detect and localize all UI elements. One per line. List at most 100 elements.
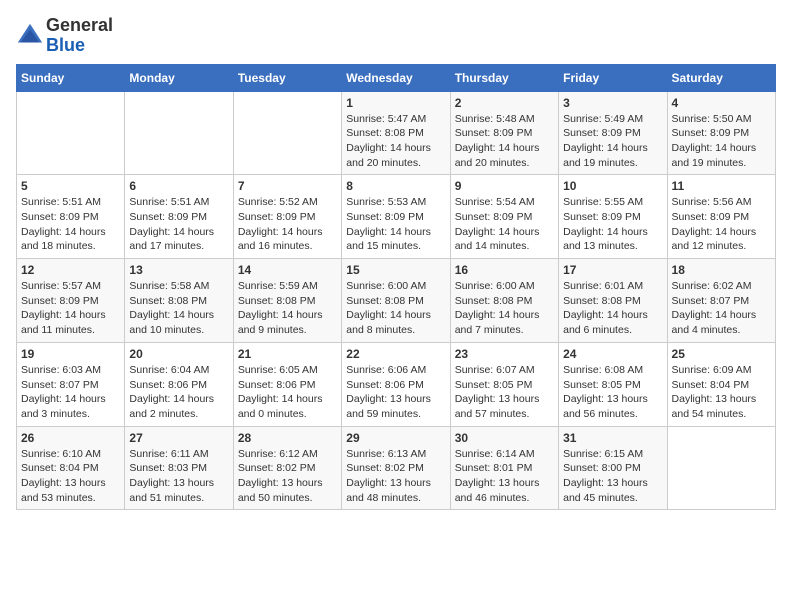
calendar-cell: 17 Sunrise: 6:01 AM Sunset: 8:08 PM Dayli… xyxy=(559,259,667,343)
day-number: 13 xyxy=(129,263,228,277)
day-number: 5 xyxy=(21,179,120,193)
day-info: Sunrise: 5:54 AM Sunset: 8:09 PM Dayligh… xyxy=(455,195,554,254)
calendar-header-row: SundayMondayTuesdayWednesdayThursdayFrid… xyxy=(17,64,776,91)
day-info: Sunrise: 6:09 AM Sunset: 8:04 PM Dayligh… xyxy=(672,363,771,422)
calendar-cell: 25 Sunrise: 6:09 AM Sunset: 8:04 PM Dayli… xyxy=(667,342,775,426)
header-sunday: Sunday xyxy=(17,64,125,91)
day-number: 18 xyxy=(672,263,771,277)
calendar-week-row: 26Sunrise: 6:10 AM Sunset: 8:04 PM Dayli… xyxy=(17,426,776,510)
day-info: Sunrise: 6:01 AM Sunset: 8:08 PM Dayligh… xyxy=(563,279,662,338)
calendar-cell: 3Sunrise: 5:49 AM Sunset: 8:09 PM Daylig… xyxy=(559,91,667,175)
calendar-cell: 18 Sunrise: 6:02 AM Sunset: 8:07 PM Dayli… xyxy=(667,259,775,343)
header-tuesday: Tuesday xyxy=(233,64,341,91)
calendar-cell: 15 Sunrise: 6:00 AM Sunset: 8:08 PM Dayli… xyxy=(342,259,450,343)
calendar-cell: 9Sunrise: 5:54 AM Sunset: 8:09 PM Daylig… xyxy=(450,175,558,259)
calendar-cell: 14Sunrise: 5:59 AM Sunset: 8:08 PM Dayli… xyxy=(233,259,341,343)
calendar-cell: 23 Sunrise: 6:07 AM Sunset: 8:05 PM Dayli… xyxy=(450,342,558,426)
day-number: 1 xyxy=(346,96,445,110)
day-info: Sunrise: 5:47 AM Sunset: 8:08 PM Dayligh… xyxy=(346,112,445,171)
day-number: 7 xyxy=(238,179,337,193)
logo-text: GeneralBlue xyxy=(46,16,113,56)
day-info: Sunrise: 5:50 AM Sunset: 8:09 PM Dayligh… xyxy=(672,112,771,171)
day-number: 27 xyxy=(129,431,228,445)
day-number: 12 xyxy=(21,263,120,277)
day-number: 16 xyxy=(455,263,554,277)
day-number: 15 xyxy=(346,263,445,277)
calendar-cell: 1 Sunrise: 5:47 AM Sunset: 8:08 PM Daylig… xyxy=(342,91,450,175)
day-info: Sunrise: 6:00 AM Sunset: 8:08 PM Dayligh… xyxy=(346,279,445,338)
day-info: Sunrise: 5:48 AM Sunset: 8:09 PM Dayligh… xyxy=(455,112,554,171)
day-info: Sunrise: 6:15 AM Sunset: 8:00 PM Dayligh… xyxy=(563,447,662,506)
calendar-week-row: 1 Sunrise: 5:47 AM Sunset: 8:08 PM Daylig… xyxy=(17,91,776,175)
calendar-cell: 16 Sunrise: 6:00 AM Sunset: 8:08 PM Dayli… xyxy=(450,259,558,343)
day-info: Sunrise: 6:05 AM Sunset: 8:06 PM Dayligh… xyxy=(238,363,337,422)
day-number: 19 xyxy=(21,347,120,361)
page-header: GeneralBlue xyxy=(16,16,776,56)
day-info: Sunrise: 6:03 AM Sunset: 8:07 PM Dayligh… xyxy=(21,363,120,422)
calendar-cell: 11 Sunrise: 5:56 AM Sunset: 8:09 PM Dayli… xyxy=(667,175,775,259)
calendar-cell: 21 Sunrise: 6:05 AM Sunset: 8:06 PM Dayli… xyxy=(233,342,341,426)
day-info: Sunrise: 6:00 AM Sunset: 8:08 PM Dayligh… xyxy=(455,279,554,338)
calendar-cell: 27Sunrise: 6:11 AM Sunset: 8:03 PM Dayli… xyxy=(125,426,233,510)
day-info: Sunrise: 6:07 AM Sunset: 8:05 PM Dayligh… xyxy=(455,363,554,422)
calendar-cell: 24 Sunrise: 6:08 AM Sunset: 8:05 PM Dayli… xyxy=(559,342,667,426)
calendar-week-row: 5 Sunrise: 5:51 AM Sunset: 8:09 PM Daylig… xyxy=(17,175,776,259)
calendar-cell: 8 Sunrise: 5:53 AM Sunset: 8:09 PM Daylig… xyxy=(342,175,450,259)
day-info: Sunrise: 5:51 AM Sunset: 8:09 PM Dayligh… xyxy=(129,195,228,254)
day-info: Sunrise: 5:57 AM Sunset: 8:09 PM Dayligh… xyxy=(21,279,120,338)
calendar-cell: 10 Sunrise: 5:55 AM Sunset: 8:09 PM Dayli… xyxy=(559,175,667,259)
calendar-cell: 28Sunrise: 6:12 AM Sunset: 8:02 PM Dayli… xyxy=(233,426,341,510)
day-info: Sunrise: 5:53 AM Sunset: 8:09 PM Dayligh… xyxy=(346,195,445,254)
day-number: 22 xyxy=(346,347,445,361)
logo-icon xyxy=(16,22,44,50)
day-info: Sunrise: 6:13 AM Sunset: 8:02 PM Dayligh… xyxy=(346,447,445,506)
calendar-cell xyxy=(233,91,341,175)
day-number: 28 xyxy=(238,431,337,445)
calendar-cell: 22 Sunrise: 6:06 AM Sunset: 8:06 PM Dayli… xyxy=(342,342,450,426)
day-number: 2 xyxy=(455,96,554,110)
day-number: 3 xyxy=(563,96,662,110)
day-info: Sunrise: 5:59 AM Sunset: 8:08 PM Dayligh… xyxy=(238,279,337,338)
calendar-cell: 19 Sunrise: 6:03 AM Sunset: 8:07 PM Dayli… xyxy=(17,342,125,426)
day-number: 17 xyxy=(563,263,662,277)
calendar-cell: 5Sunrise: 5:51 AM Sunset: 8:09 PM Daylig… xyxy=(17,175,125,259)
day-number: 20 xyxy=(129,347,228,361)
day-number: 30 xyxy=(455,431,554,445)
calendar-week-row: 12 Sunrise: 5:57 AM Sunset: 8:09 PM Dayli… xyxy=(17,259,776,343)
day-info: Sunrise: 5:56 AM Sunset: 8:09 PM Dayligh… xyxy=(672,195,771,254)
calendar-cell xyxy=(17,91,125,175)
calendar-cell: 31 Sunrise: 6:15 AM Sunset: 8:00 PM Dayli… xyxy=(559,426,667,510)
calendar-cell xyxy=(667,426,775,510)
day-number: 25 xyxy=(672,347,771,361)
day-info: Sunrise: 6:02 AM Sunset: 8:07 PM Dayligh… xyxy=(672,279,771,338)
header-saturday: Saturday xyxy=(667,64,775,91)
day-number: 4 xyxy=(672,96,771,110)
calendar-cell xyxy=(125,91,233,175)
day-number: 26 xyxy=(21,431,120,445)
day-number: 24 xyxy=(563,347,662,361)
calendar-cell: 20 Sunrise: 6:04 AM Sunset: 8:06 PM Dayli… xyxy=(125,342,233,426)
day-number: 6 xyxy=(129,179,228,193)
day-info: Sunrise: 5:52 AM Sunset: 8:09 PM Dayligh… xyxy=(238,195,337,254)
day-number: 23 xyxy=(455,347,554,361)
day-number: 21 xyxy=(238,347,337,361)
calendar-cell: 6 Sunrise: 5:51 AM Sunset: 8:09 PM Daylig… xyxy=(125,175,233,259)
header-wednesday: Wednesday xyxy=(342,64,450,91)
day-info: Sunrise: 6:04 AM Sunset: 8:06 PM Dayligh… xyxy=(129,363,228,422)
day-number: 8 xyxy=(346,179,445,193)
day-number: 11 xyxy=(672,179,771,193)
calendar-cell: 29Sunrise: 6:13 AM Sunset: 8:02 PM Dayli… xyxy=(342,426,450,510)
day-info: Sunrise: 6:08 AM Sunset: 8:05 PM Dayligh… xyxy=(563,363,662,422)
day-number: 31 xyxy=(563,431,662,445)
calendar-cell: 2 Sunrise: 5:48 AM Sunset: 8:09 PM Daylig… xyxy=(450,91,558,175)
header-friday: Friday xyxy=(559,64,667,91)
day-info: Sunrise: 5:55 AM Sunset: 8:09 PM Dayligh… xyxy=(563,195,662,254)
calendar-week-row: 19 Sunrise: 6:03 AM Sunset: 8:07 PM Dayli… xyxy=(17,342,776,426)
calendar-cell: 12 Sunrise: 5:57 AM Sunset: 8:09 PM Dayli… xyxy=(17,259,125,343)
calendar-cell: 4 Sunrise: 5:50 AM Sunset: 8:09 PM Daylig… xyxy=(667,91,775,175)
calendar-cell: 7 Sunrise: 5:52 AM Sunset: 8:09 PM Daylig… xyxy=(233,175,341,259)
day-number: 10 xyxy=(563,179,662,193)
calendar-cell: 13Sunrise: 5:58 AM Sunset: 8:08 PM Dayli… xyxy=(125,259,233,343)
day-info: Sunrise: 6:14 AM Sunset: 8:01 PM Dayligh… xyxy=(455,447,554,506)
day-info: Sunrise: 6:06 AM Sunset: 8:06 PM Dayligh… xyxy=(346,363,445,422)
